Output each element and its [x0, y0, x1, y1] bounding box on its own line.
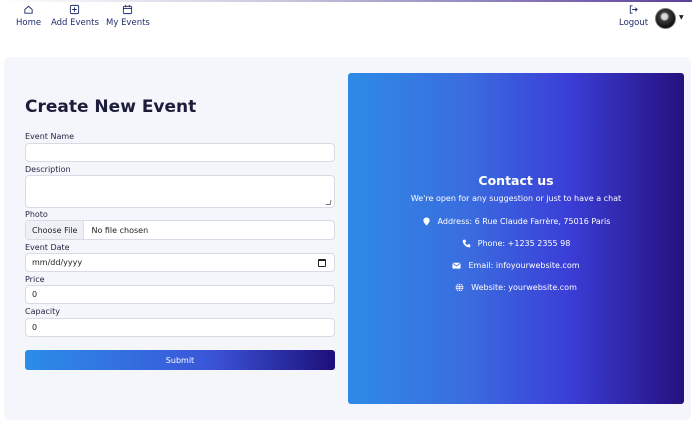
envelope-icon: [452, 262, 462, 269]
event-date-input[interactable]: mm/dd/yyyy: [25, 253, 335, 272]
navbar: Home Add Events My Events Logout ▼: [0, 4, 692, 34]
phone-icon: [462, 239, 470, 248]
nav-add-events[interactable]: Add Events: [51, 4, 99, 28]
price-label: Price: [25, 275, 45, 284]
contact-address: Address: 6 Rue Claude Farrère, 75016 Par…: [437, 217, 611, 226]
contact-address-row: Address: 6 Rue Claude Farrère, 75016 Par…: [348, 217, 684, 226]
contact-website: Website: yourwebsite.com: [471, 283, 577, 292]
calendar-icon: [123, 4, 133, 15]
choose-file-button[interactable]: Choose File: [26, 221, 85, 239]
contact-website-row: Website: yourwebsite.com: [348, 283, 684, 292]
logout-icon: [629, 5, 638, 14]
nav-my-events[interactable]: My Events: [106, 4, 150, 28]
top-accent-line: [0, 0, 692, 2]
event-date-placeholder: mm/dd/yyyy: [32, 258, 83, 267]
capacity-input[interactable]: 0: [25, 318, 335, 337]
submit-button[interactable]: Submit: [25, 350, 335, 370]
event-name-input[interactable]: [25, 143, 335, 162]
contact-phone-row: Phone: +1235 2355 98: [348, 239, 684, 248]
contact-subtitle: We're open for any suggestion or just to…: [410, 194, 622, 203]
form-title: Create New Event: [25, 97, 197, 117]
nav-home[interactable]: Home: [16, 4, 41, 28]
chevron-down-icon[interactable]: ▼: [679, 14, 684, 21]
plus-square-icon: [70, 4, 80, 15]
file-status: No file chosen: [91, 225, 149, 235]
contact-email-row: Email: infoyourwebsite.com: [348, 261, 684, 270]
resize-grip-icon[interactable]: [325, 200, 332, 205]
description-label: Description: [25, 165, 71, 174]
event-date-label: Event Date: [25, 243, 70, 252]
contact-phone: Phone: +1235 2355 98: [477, 239, 571, 248]
calendar-picker-icon[interactable]: [318, 259, 326, 267]
price-input[interactable]: 0: [25, 285, 335, 304]
contact-panel: Contact us We're open for any suggestion…: [348, 73, 684, 404]
avatar[interactable]: [655, 8, 676, 29]
globe-icon: [455, 283, 464, 292]
nav-logout[interactable]: Logout: [619, 4, 648, 28]
description-textarea[interactable]: [25, 175, 335, 208]
map-pin-icon: [422, 217, 430, 226]
photo-label: Photo: [25, 210, 48, 219]
contact-email: Email: infoyourwebsite.com: [468, 261, 580, 270]
event-name-label: Event Name: [25, 132, 75, 141]
nav-add-events-label: Add Events: [51, 18, 99, 28]
contact-title: Contact us: [478, 173, 554, 188]
nav-home-label: Home: [16, 18, 42, 28]
home-icon: [24, 5, 33, 14]
nav-my-events-label: My Events: [106, 18, 150, 28]
nav-logout-label: Logout: [619, 18, 649, 28]
photo-file-input[interactable]: Choose File No file chosen: [25, 220, 335, 240]
capacity-label: Capacity: [25, 307, 60, 316]
